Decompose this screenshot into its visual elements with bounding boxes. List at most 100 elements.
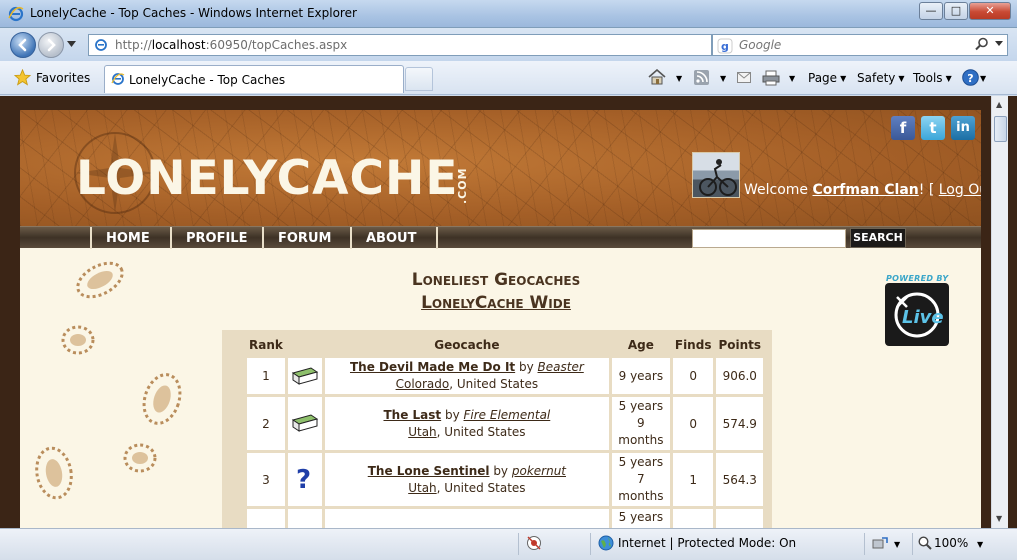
nav-home[interactable]: HOME [90,227,164,249]
page-title: Loneliest Geocaches [411,270,581,290]
state-link[interactable]: Colorado [396,377,450,391]
cache-name-link[interactable]: The Lone Sentinel [368,464,490,478]
help-dropdown-icon[interactable]: ▼ [977,69,986,87]
privacy-report-icon[interactable] [526,535,542,551]
facebook-icon[interactable]: f [891,116,915,140]
page-menu[interactable]: Page ▼ [808,69,846,87]
username-link[interactable]: Corfman Clan [813,182,919,198]
nav-divider [436,227,438,249]
age-cell: 5 years 7 months [611,453,670,506]
site-logo[interactable]: LONELYCACHE [76,154,458,204]
bootprint-heel-icon [61,325,95,355]
zoom-level[interactable]: 100% [934,536,968,550]
scroll-up-icon[interactable]: ▲ [996,100,1002,109]
rank-cell [247,509,285,528]
close-button[interactable]: ✕ [969,2,1011,20]
cache-name-link[interactable]: The Last [383,408,441,422]
feeds-icon[interactable] [694,70,709,85]
state-link[interactable]: Utah [408,425,436,439]
vertical-scrollbar[interactable]: ▲ ▼ [991,96,1008,528]
finds-cell [672,509,714,528]
top-caches-table: Rank Geocache Age Finds Points 1 The Dev… [244,332,766,528]
svg-text:Live: Live [902,307,944,328]
top-caches-table-container: Rank Geocache Age Finds Points 1 The Dev… [222,330,772,528]
safety-menu[interactable]: Safety ▼ [857,69,905,87]
owner-link[interactable]: Fire Elemental [464,408,551,422]
address-field[interactable]: http://localhost:60950/topCaches.aspx ▾ … [88,34,792,56]
avatar[interactable] [692,152,740,198]
site-logo-suffix: .COM [456,167,469,204]
points-cell [716,509,764,528]
forward-arrow-icon [47,38,56,52]
read-mail-icon[interactable] [737,72,751,83]
points-cell: 906.0 [716,358,764,394]
globe-icon [598,535,614,551]
lonelycache-page: LONELYCACHE .COM f t in Welcome Corfman … [20,110,981,528]
age-cell: 5 years 9 months [611,397,670,450]
cyclist-photo-icon [699,159,737,196]
column-header-type [288,335,322,355]
window-titlebar: LonelyCache - Top Caches - Windows Inter… [0,0,1017,28]
logout-link[interactable]: Log Out [939,182,981,198]
cache-type-cell: ? [287,453,322,506]
nav-about[interactable]: ABOUT [350,227,430,249]
zoom-dropdown-icon[interactable]: ▼ [977,540,983,549]
site-search-button[interactable]: SEARCH [850,228,906,248]
twitter-icon[interactable]: t [921,116,945,140]
tab-title: LonelyCache - Top Caches [129,73,286,87]
live-logo-icon: Live [894,292,944,338]
recent-pages-dropdown-icon[interactable] [67,41,76,47]
new-tab-button[interactable] [405,67,433,91]
ie-logo-icon [8,6,24,22]
minimize-button[interactable]: — [919,2,943,20]
linkedin-icon[interactable]: in [951,116,975,140]
zoom-icon[interactable] [918,536,932,550]
address-toolbar: http://localhost:60950/topCaches.aspx ▾ … [0,28,1017,61]
owner-link[interactable]: Beaster [538,360,584,374]
cache-name-link[interactable]: The Devil Made Me Do It [350,360,515,374]
rank-cell: 2 [247,397,285,450]
browser-search-input[interactable] [739,37,969,53]
windows-live-badge[interactable]: Live [885,283,949,346]
table-row: 1 The Devil Made Me Do It by Beaster Col… [247,358,764,394]
favorites-button[interactable]: Favorites [14,68,90,88]
age-cell: 9 years [611,358,670,394]
mystery-cache-icon: ? [296,465,311,495]
home-icon[interactable] [648,69,666,85]
owner-link[interactable]: pokernut [512,464,566,478]
points-cell: 574.9 [716,397,764,450]
security-zone-text[interactable]: Internet | Protected Mode: On [618,536,796,550]
forward-button[interactable] [38,32,64,58]
column-header-geocache: Geocache [434,338,500,352]
home-dropdown-icon[interactable]: ▼ [673,69,682,87]
scrollbar-thumb[interactable] [994,116,1007,142]
scroll-down-icon[interactable]: ▼ [996,514,1002,523]
state-link[interactable]: Utah [408,481,436,495]
print-icon[interactable] [762,70,780,86]
favorites-label: Favorites [36,71,91,85]
column-header-points: Points [718,338,762,352]
search-options-dropdown-icon[interactable] [995,41,1003,46]
print-dropdown-icon[interactable]: ▼ [786,69,795,87]
column-header-age: Age [627,338,654,352]
age-cell: 5 years [611,509,670,528]
protected-mode-icon[interactable] [872,536,888,550]
site-search-input[interactable] [692,229,846,248]
tools-menu[interactable]: Tools ▼ [913,69,952,87]
geocache-cell: The Lone Sentinel by pokernut Utah, Unit… [324,453,609,506]
nav-forum[interactable]: FORUM [262,227,345,249]
protected-mode-dropdown-icon[interactable]: ▼ [894,540,900,549]
geocache-cell: The Last by Fire Elemental Utah, United … [324,397,609,450]
search-icon[interactable] [975,37,989,51]
table-row: 3 ? The Lone Sentinel by pokernut Utah, … [247,453,764,506]
feeds-dropdown-icon[interactable]: ▼ [717,69,726,87]
nav-profile[interactable]: PROFILE [170,227,261,249]
browser-search-box[interactable]: g [712,34,1008,56]
bootprint-icon [35,446,73,500]
tab-top-caches[interactable]: LonelyCache - Top Caches [104,65,404,93]
address-url: http://localhost:60950/topCaches.aspx [115,38,348,52]
maximize-button[interactable]: □ [944,2,968,20]
page-subtitle-link[interactable]: LonelyCache Wide [20,293,972,313]
back-button[interactable] [10,32,36,58]
ie-page-icon [111,73,125,85]
